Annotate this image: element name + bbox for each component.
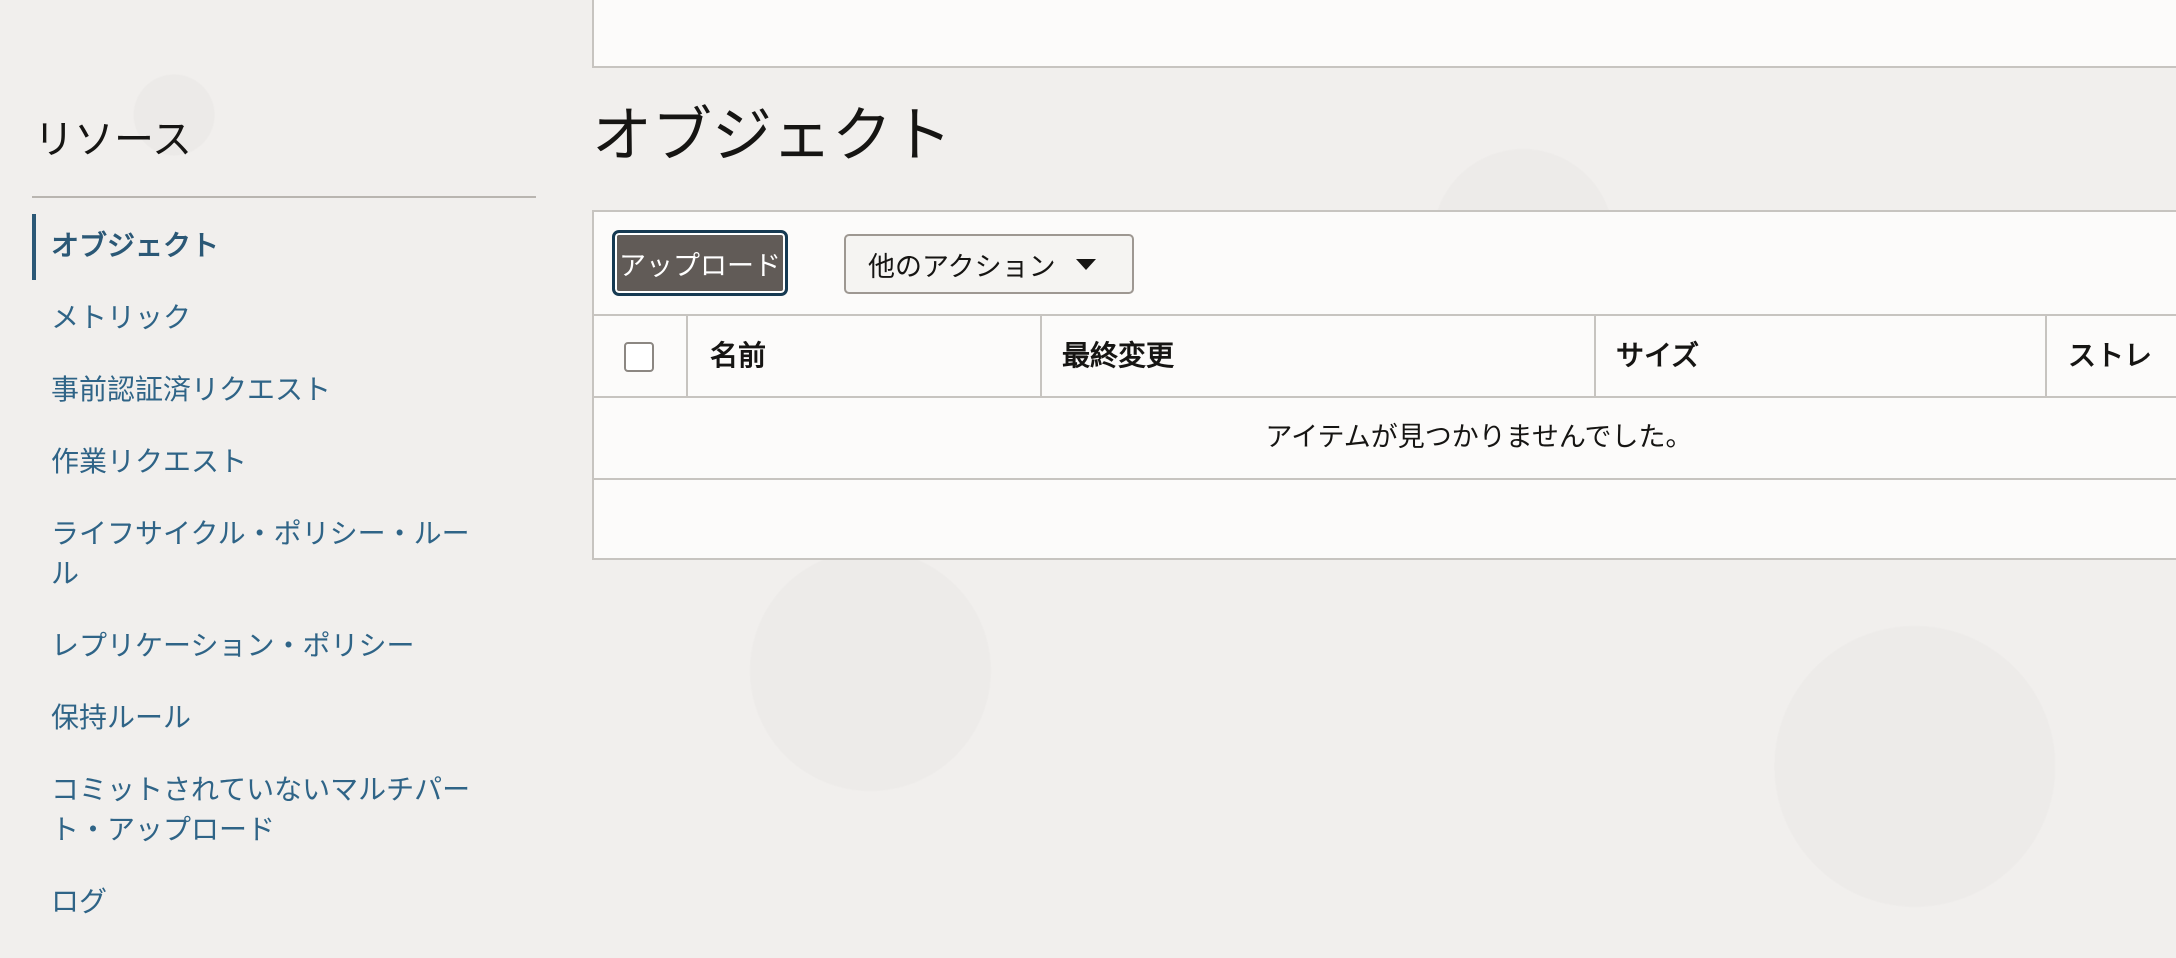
empty-message: アイテムが見つかりませんでした。 <box>1265 422 1693 453</box>
sidebar-item-objects[interactable]: オブジェクト <box>32 214 491 280</box>
sidebar-item-uncommitted-multipart-uploads[interactable]: コミットされていないマルチパート・アップロード <box>32 770 491 850</box>
column-header-size[interactable]: サイズ <box>1616 316 1699 396</box>
column-divider <box>686 316 688 396</box>
column-header-last-modified[interactable]: 最終変更 <box>1062 316 1174 396</box>
sidebar-item-work-requests[interactable]: 作業リクエスト <box>32 442 491 482</box>
sidebar-item-logs[interactable]: ログ <box>32 882 491 922</box>
page-title: オブジェクト <box>592 101 952 171</box>
resources-nav: オブジェクト メトリック 事前認証済リクエスト 作業リクエスト ライフサイクル・… <box>32 214 536 922</box>
column-divider <box>1040 316 1042 396</box>
sidebar-item-retention-rules[interactable]: 保持ルール <box>32 698 491 738</box>
table-toolbar: アップロード 他のアクション <box>594 212 2176 316</box>
objects-table-panel: アップロード 他のアクション 名前 最終変更 サイズ ストレ アイテムが見つかり… <box>592 210 2176 560</box>
sidebar-divider <box>32 196 536 198</box>
caret-down-icon <box>1075 258 1096 270</box>
sidebar-item-preauthenticated-requests[interactable]: 事前認証済リクエスト <box>32 370 491 410</box>
select-all-checkbox[interactable] <box>624 342 654 372</box>
upload-button[interactable]: アップロード <box>612 230 788 296</box>
more-actions-label: 他のアクション <box>868 251 1056 283</box>
column-divider <box>1594 316 1596 396</box>
table-header: 名前 最終変更 サイズ ストレ <box>594 316 2176 398</box>
resources-sidebar: リソース オブジェクト メトリック 事前認証済リクエスト 作業リクエスト ライフ… <box>32 112 536 954</box>
column-divider <box>2045 316 2047 396</box>
empty-table-row: アイテムが見つかりませんでした。 <box>594 398 2176 480</box>
sidebar-item-lifecycle-policy-rules[interactable]: ライフサイクル・ポリシー・ルール <box>32 514 491 594</box>
sidebar-item-metrics[interactable]: メトリック <box>32 298 491 338</box>
top-panel <box>592 0 2176 68</box>
sidebar-title: リソース <box>34 117 192 163</box>
sidebar-item-replication-policy[interactable]: レプリケーション・ポリシー <box>32 626 491 666</box>
more-actions-button[interactable]: 他のアクション <box>844 234 1134 294</box>
column-header-storage-tier[interactable]: ストレ <box>2068 316 2152 396</box>
column-header-name[interactable]: 名前 <box>710 316 766 396</box>
